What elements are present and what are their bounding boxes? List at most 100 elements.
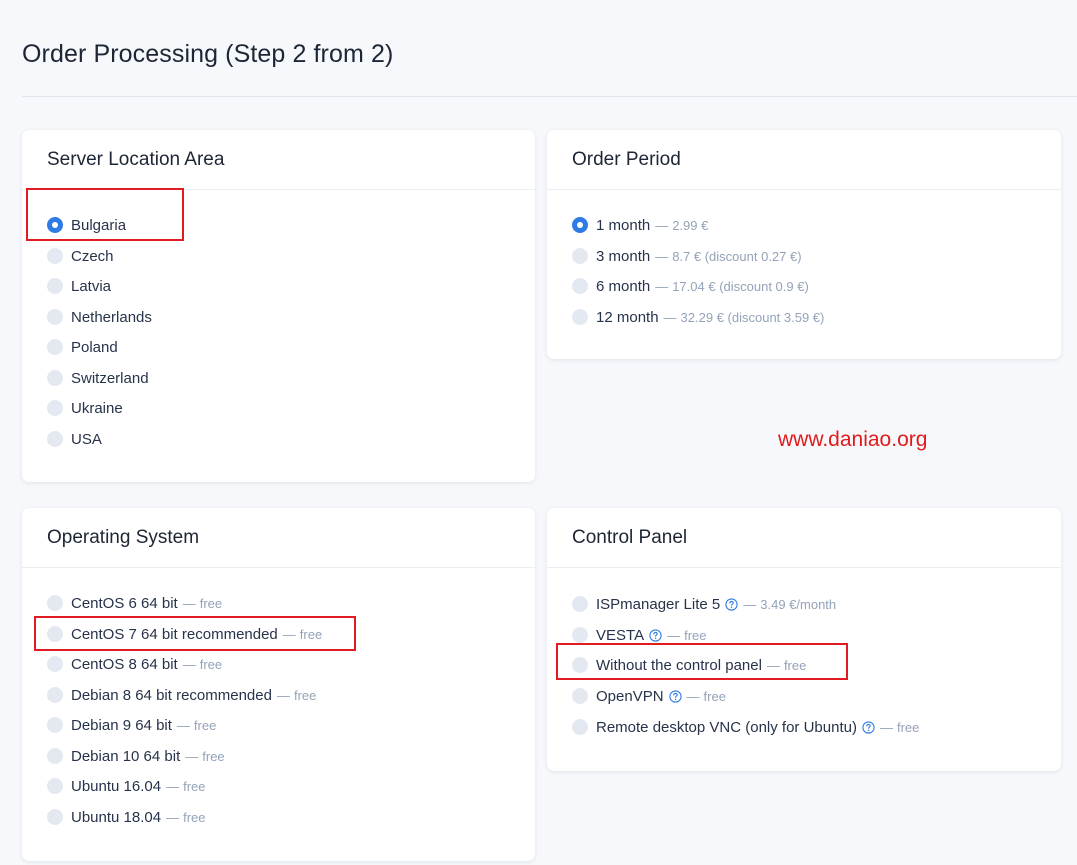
option-label: 1 month bbox=[596, 216, 651, 234]
option-separator: — bbox=[663, 309, 677, 325]
radio-icon[interactable] bbox=[572, 596, 588, 612]
option-label: Poland bbox=[71, 338, 118, 356]
option-separator: — bbox=[182, 656, 196, 672]
option-label: ISPmanager Lite 5 bbox=[596, 595, 721, 613]
radio-icon[interactable] bbox=[572, 688, 588, 704]
option-price: 3.49 €/month bbox=[760, 596, 837, 612]
period-card: Order Period 1 month —2.99 € 3 month —8.7 … bbox=[547, 130, 1061, 359]
period-option-1-month[interactable]: 1 month —2.99 € bbox=[572, 215, 708, 235]
option-price: 2.99 € bbox=[672, 217, 709, 233]
location-option-poland[interactable]: Poland bbox=[47, 337, 118, 357]
radio-checked-icon[interactable] bbox=[47, 217, 63, 233]
help-icon[interactable] bbox=[862, 720, 875, 734]
panel-option-ispmanager[interactable]: ISPmanager Lite 5 —3.49 €/month bbox=[572, 594, 836, 614]
radio-icon[interactable] bbox=[47, 431, 63, 447]
os-option-centos-8[interactable]: CentOS 8 64 bit — free bbox=[47, 654, 222, 674]
radio-icon[interactable] bbox=[47, 595, 63, 611]
option-label: Bulgaria bbox=[71, 216, 127, 234]
help-icon[interactable] bbox=[668, 689, 682, 703]
os-card-title: Operating System bbox=[22, 508, 535, 568]
panel-option-openvpn[interactable]: OpenVPN — free bbox=[572, 686, 726, 706]
os-option-ubuntu-16[interactable]: Ubuntu 16.04— free bbox=[47, 776, 205, 796]
option-label: Debian 9 64 bit bbox=[71, 716, 172, 734]
option-price: free bbox=[896, 719, 920, 735]
radio-icon[interactable] bbox=[47, 248, 63, 264]
radio-icon[interactable] bbox=[47, 370, 63, 386]
option-separator: — bbox=[166, 778, 180, 794]
option-separator: — bbox=[655, 278, 669, 294]
option-separator: — bbox=[166, 809, 180, 825]
option-label: Ubuntu 16.04 bbox=[71, 777, 162, 795]
os-option-debian-8[interactable]: Debian 8 64 bit recommended — free bbox=[47, 685, 316, 705]
radio-icon[interactable] bbox=[47, 687, 63, 703]
os-option-ubuntu-18[interactable]: Ubuntu 18.04— free bbox=[47, 807, 205, 827]
option-label: 6 month bbox=[596, 277, 651, 295]
option-price: free bbox=[193, 717, 217, 733]
option-separator: — bbox=[655, 248, 669, 264]
radio-icon[interactable] bbox=[572, 657, 588, 673]
option-price: free bbox=[684, 627, 707, 643]
option-separator: — bbox=[667, 627, 681, 643]
option-label: 3 month bbox=[596, 247, 651, 265]
location-option-usa[interactable]: USA bbox=[47, 429, 102, 449]
location-option-netherlands[interactable]: Netherlands bbox=[47, 307, 152, 327]
option-label: Latvia bbox=[71, 277, 112, 295]
radio-icon[interactable] bbox=[47, 309, 63, 325]
radio-icon[interactable] bbox=[47, 656, 63, 672]
option-price: 17.04 € (discount 0.9 €) bbox=[672, 278, 809, 294]
location-card: Server Location Area Bulgaria Czech Latv… bbox=[22, 130, 535, 482]
location-option-switzerland[interactable]: Switzerland bbox=[47, 368, 149, 388]
os-option-debian-10[interactable]: Debian 10 64 bit — free bbox=[47, 746, 225, 766]
os-option-centos-6[interactable]: CentOS 6 64 bit — free bbox=[47, 593, 222, 613]
option-label: VESTA bbox=[596, 626, 645, 644]
option-label: Ubuntu 18.04 bbox=[71, 808, 162, 826]
radio-icon[interactable] bbox=[47, 339, 63, 355]
radio-icon[interactable] bbox=[572, 278, 588, 294]
option-label: Debian 10 64 bit bbox=[71, 747, 181, 765]
radio-icon[interactable] bbox=[47, 626, 63, 642]
radio-icon[interactable] bbox=[47, 748, 63, 764]
location-option-czech[interactable]: Czech bbox=[47, 246, 114, 266]
location-option-bulgaria[interactable]: Bulgaria bbox=[47, 215, 126, 235]
location-option-latvia[interactable]: Latvia bbox=[47, 276, 111, 296]
radio-icon[interactable] bbox=[572, 309, 588, 325]
option-price: free bbox=[293, 687, 317, 703]
option-price: free bbox=[199, 595, 223, 611]
option-price: free bbox=[202, 748, 225, 764]
panel-option-vesta[interactable]: VESTA — free bbox=[572, 625, 706, 645]
option-label: Without the control panel bbox=[596, 656, 762, 674]
option-separator: — bbox=[185, 748, 199, 764]
radio-icon[interactable] bbox=[572, 248, 588, 264]
radio-icon[interactable] bbox=[47, 778, 63, 794]
panel-option-without-panel[interactable]: Without the control panel — free bbox=[572, 655, 806, 675]
period-option-6-month[interactable]: 6 month —17.04 € (discount 0.9 €) bbox=[572, 276, 809, 296]
title-divider bbox=[22, 96, 1077, 97]
radio-icon[interactable] bbox=[572, 719, 588, 735]
help-icon[interactable] bbox=[649, 628, 662, 642]
location-option-ukraine[interactable]: Ukraine bbox=[47, 398, 123, 418]
radio-checked-icon[interactable] bbox=[572, 217, 588, 233]
radio-icon[interactable] bbox=[47, 809, 63, 825]
period-option-12-month[interactable]: 12 month —32.29 € (discount 3.59 €) bbox=[572, 307, 824, 327]
option-label: Debian 8 64 bit recommended bbox=[71, 686, 272, 704]
option-label: Switzerland bbox=[71, 369, 149, 387]
option-price: free bbox=[703, 688, 726, 704]
option-label: Czech bbox=[71, 247, 114, 265]
option-separator: — bbox=[182, 595, 196, 611]
option-separator: — bbox=[743, 596, 757, 612]
location-card-title: Server Location Area bbox=[22, 130, 535, 190]
period-option-3-month[interactable]: 3 month —8.7 € (discount 0.27 €) bbox=[572, 246, 802, 266]
panel-card-title: Control Panel bbox=[547, 508, 1061, 568]
os-card: Operating System CentOS 6 64 bit — free Ce… bbox=[22, 508, 535, 861]
help-icon[interactable] bbox=[725, 597, 738, 611]
page-title: Order Processing (Step 2 from 2) bbox=[22, 40, 394, 68]
option-separator: — bbox=[282, 626, 296, 642]
panel-option-vnc[interactable]: Remote desktop VNC (only for Ubuntu) — fre… bbox=[572, 717, 919, 737]
radio-icon[interactable] bbox=[47, 278, 63, 294]
option-price: 32.29 € (discount 3.59 €) bbox=[680, 309, 825, 325]
radio-icon[interactable] bbox=[572, 627, 588, 643]
os-option-debian-9[interactable]: Debian 9 64 bit — free bbox=[47, 715, 216, 735]
os-option-centos-7[interactable]: CentOS 7 64 bit recommended — free bbox=[47, 624, 322, 644]
radio-icon[interactable] bbox=[47, 717, 63, 733]
radio-icon[interactable] bbox=[47, 400, 63, 416]
